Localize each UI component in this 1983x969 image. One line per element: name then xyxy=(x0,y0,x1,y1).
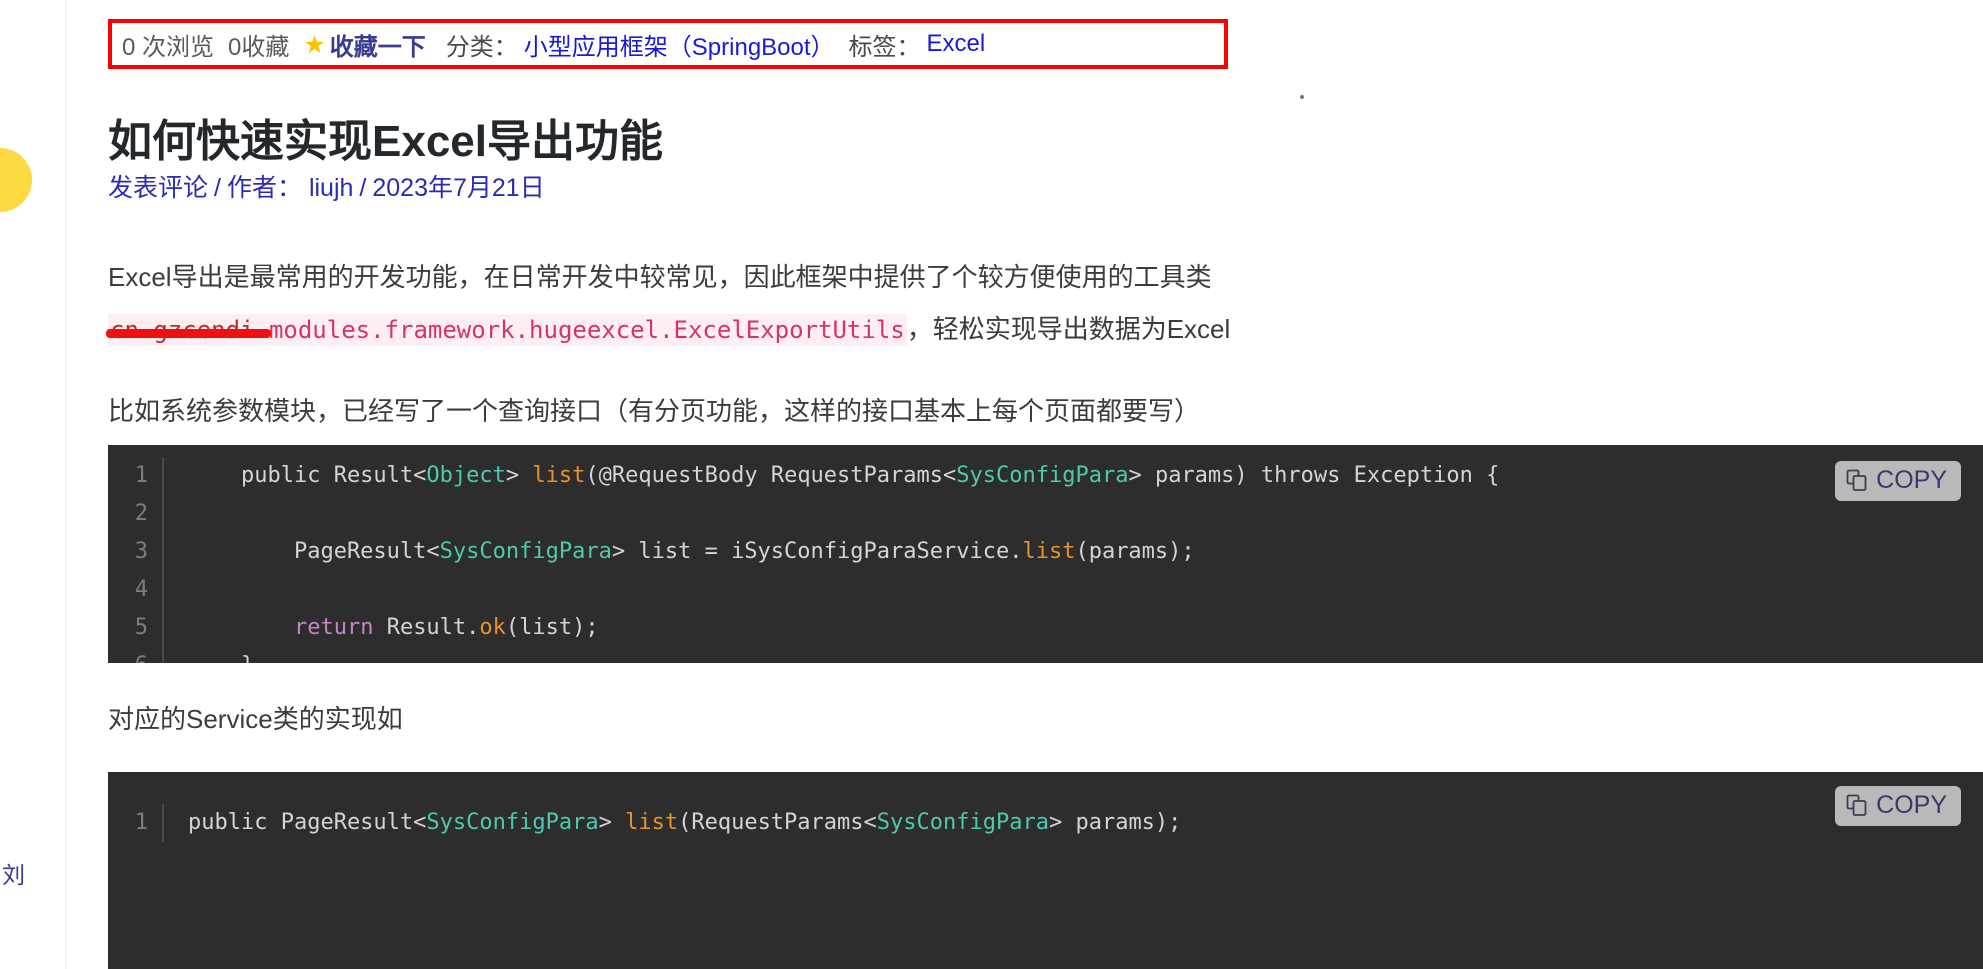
comment-link[interactable]: 发表评论 xyxy=(108,174,208,202)
inline-code-class-path: cn.gzcendi.modules.framework.hugeexcel.E… xyxy=(108,314,907,346)
code-table-2: 1 public PageResult<SysConfigPara> list(… xyxy=(108,772,1983,852)
copy-button-label: COPY xyxy=(1876,791,1947,819)
post-byline: 发表评论 / 作者： liujh/2023年7月21日 xyxy=(108,168,545,204)
view-count: 0 次浏览 xyxy=(122,33,215,61)
line-number-gutter-2: 1 xyxy=(108,804,164,842)
code-lines-2[interactable]: public PageResult<SysConfigPara> list(Re… xyxy=(164,804,1181,842)
category-label: 分类： xyxy=(445,33,518,61)
code-table-1: 1 2 3 4 5 6 public Result<Object> list(@… xyxy=(108,445,1983,663)
line-number-gutter-1: 1 2 3 4 5 6 xyxy=(108,457,164,663)
code-lines-1[interactable]: public Result<Object> list(@RequestBody … xyxy=(164,457,1499,663)
add-favorite-link[interactable]: 收藏一下 xyxy=(330,27,426,62)
paragraph-2: 比如系统参数模块，已经写了一个查询接口（有分页功能，这样的接口基本上每个页面都要… xyxy=(108,396,1201,426)
byline-separator-2: / xyxy=(359,174,367,202)
paragraph-3: 对应的Service类的实现如 xyxy=(108,704,403,734)
redacted-package-name: cn.gzcendi. xyxy=(110,316,269,344)
article-content: 0 次浏览 0收藏 ★ 收藏一下 分类： 小型应用框架（SpringBoot） … xyxy=(67,0,1983,969)
page-root: 刘 0 次浏览 0收藏 ★ 收藏一下 分类： 小型应用框架（SpringBoot… xyxy=(0,0,1983,969)
category-link[interactable]: 小型应用框架（SpringBoot） xyxy=(524,27,835,62)
byline-separator-1: / xyxy=(214,174,221,202)
left-sidebar-rail: 刘 xyxy=(0,0,66,969)
copy-button-label: COPY xyxy=(1876,466,1947,494)
copy-icon xyxy=(1845,468,1869,493)
author-link[interactable]: liujh xyxy=(309,174,353,202)
copy-icon xyxy=(1845,793,1869,818)
copy-code-button-2[interactable]: COPY xyxy=(1835,786,1961,826)
paragraph-1-text-before: Excel导出是最常用的开发功能，在日常开发中较常见，因此框架中提供了个较方便使… xyxy=(108,262,1212,292)
decorative-yellow-circle xyxy=(0,148,32,212)
line-numbers-1: 1 2 3 4 5 6 xyxy=(134,463,148,663)
copy-code-button-1[interactable]: COPY xyxy=(1835,461,1961,501)
line-numbers-2: 1 xyxy=(134,810,148,835)
paragraph-1-text-after: ，轻松实现导出数据为Excel xyxy=(906,314,1231,344)
inline-code-rest: modules.framework.hugeexcel.ExcelExportU… xyxy=(268,316,905,344)
code-block-controller: COPY 1 2 3 4 5 6 public Result<Object> l… xyxy=(108,445,1983,663)
sidebar-text-fragment: 刘 xyxy=(2,862,25,888)
paragraph-1-line-1: Excel导出是最常用的开发功能，在日常开发中较常见，因此框架中提供了个较方便使… xyxy=(108,258,1212,297)
author-label: 作者： xyxy=(226,174,302,202)
post-meta-bar: 0 次浏览 0收藏 ★ 收藏一下 分类： 小型应用框架（SpringBoot） … xyxy=(108,19,1228,69)
favorite-count: 0收藏 xyxy=(228,33,290,61)
post-meta-inner: 0 次浏览 0收藏 ★ 收藏一下 分类： 小型应用框架（SpringBoot） … xyxy=(122,27,999,62)
star-icon: ★ xyxy=(303,30,326,59)
post-date: 2023年7月21日 xyxy=(372,174,545,202)
tag-label: 标签： xyxy=(848,33,921,61)
tag-link[interactable]: Excel xyxy=(927,30,986,58)
page-title: 如何快速实现Excel导出功能 xyxy=(108,117,663,167)
paragraph-1-line-2: cn.gzcendi.modules.framework.hugeexcel.E… xyxy=(108,310,1230,349)
code-block-service: COPY 1 public PageResult<SysConfigPara> … xyxy=(108,772,1983,969)
